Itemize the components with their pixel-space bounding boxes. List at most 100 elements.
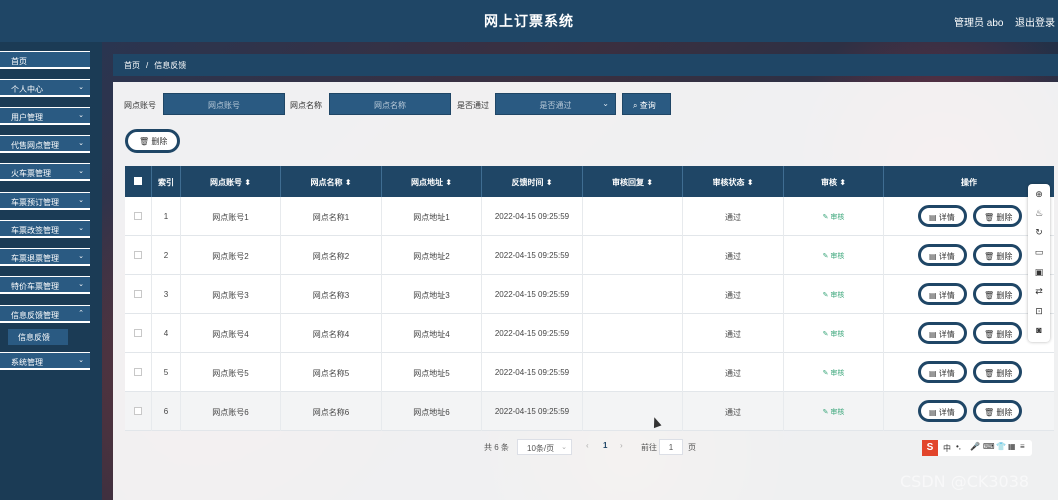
delete-button[interactable]: 🗑 删除 (973, 400, 1022, 422)
batch-delete-button[interactable]: 🗑 删除 (125, 129, 180, 153)
col-time[interactable]: 反馈时间 ⬍ (482, 166, 583, 197)
trash-icon: 🗑 (984, 291, 995, 300)
chevron-down-icon: ⌄ (78, 253, 84, 260)
pagination-total: 共 6 条 (484, 443, 509, 452)
sidebar-item-agents[interactable]: 代售网点管理 ⌄ (0, 135, 90, 153)
delete-button[interactable]: 🗑 删除 (973, 244, 1022, 266)
cell-status: 通过 (683, 236, 784, 275)
row-checkbox[interactable] (125, 392, 152, 431)
page-number-current[interactable]: 1 (603, 441, 607, 450)
detail-button-label: 详情 (938, 330, 955, 339)
detail-button[interactable]: ▤ 详情 (918, 244, 967, 266)
col-reply[interactable]: 审核回复 ⬍ (583, 166, 683, 197)
audit-link[interactable]: ✎ 审核 (784, 314, 884, 353)
cell-time: 2022-04-15 09:25:59 (482, 275, 583, 314)
row-checkbox[interactable] (125, 353, 152, 392)
next-page-button[interactable]: › (620, 441, 623, 450)
sidebar-item-label: 用户管理 (11, 113, 43, 122)
ime-toolbar[interactable]: S 中 •, 🎤 ⌨ 👕 ▦ ≡ (922, 440, 1032, 456)
grid-icon[interactable]: ▦ (1008, 442, 1016, 451)
audit-link[interactable]: ✎ 审核 (784, 197, 884, 236)
audit-link[interactable]: ✎ 审核 (784, 392, 884, 431)
col-status[interactable]: 审核状态 ⬍ (683, 166, 784, 197)
sidebar-item-label: 特价车票管理 (11, 282, 59, 291)
sidebar-item-trains[interactable]: 火车票管理 ⌄ (0, 163, 90, 181)
camera-icon[interactable]: ◙ (1033, 324, 1045, 336)
punctuation-icon[interactable]: •, (956, 442, 961, 451)
col-audit[interactable]: 审核 ⬍ (784, 166, 884, 197)
image-icon[interactable]: ▣ (1033, 266, 1045, 278)
more-icon[interactable]: ≡ (1020, 442, 1025, 451)
sort-icon: ⬍ (646, 178, 653, 187)
sidebar-item-feedback[interactable]: 信息反馈管理 ⌃ (0, 305, 90, 323)
prev-page-button[interactable]: ‹ (586, 441, 589, 450)
query-button[interactable]: ⌕ 查询 (622, 93, 671, 115)
fire-icon[interactable]: ♨ (1033, 207, 1045, 219)
passed-select-value: 是否通过 (539, 101, 572, 110)
sidebar-item-change[interactable]: 车票改签管理 ⌄ (0, 220, 90, 238)
goto-page-input[interactable]: 1 (659, 439, 683, 455)
sidebar-item-users[interactable]: 用户管理 ⌄ (0, 107, 90, 125)
detail-button[interactable]: ▤ 详情 (918, 322, 967, 344)
logout-link[interactable]: 退出登录 (1015, 14, 1055, 29)
col-name-label: 网点名称 (310, 178, 343, 187)
ime-logo-icon: S (922, 440, 938, 456)
col-address[interactable]: 网点地址 ⬍ (382, 166, 482, 197)
col-account-label: 网点账号 (210, 178, 243, 187)
detail-button[interactable]: ▤ 详情 (918, 400, 967, 422)
col-index: 索引 (152, 166, 181, 197)
ime-lang[interactable]: 中 (943, 443, 951, 454)
delete-button[interactable]: 🗑 删除 (973, 361, 1022, 383)
sidebar-item-home[interactable]: 首页 (0, 51, 90, 69)
sidebar-item-refund[interactable]: 车票退票管理 ⌄ (0, 248, 90, 266)
breadcrumb: 首页 / 信息反馈 (113, 54, 1058, 76)
row-checkbox[interactable] (125, 236, 152, 275)
col-name[interactable]: 网点名称 ⬍ (281, 166, 382, 197)
chevron-down-icon: ⌄ (78, 168, 84, 175)
col-account[interactable]: 网点账号 ⬍ (181, 166, 281, 197)
skin-icon[interactable]: 👕 (996, 442, 1006, 451)
audit-link[interactable]: ✎ 审核 (784, 275, 884, 314)
table-header: 索引 网点账号 ⬍ 网点名称 ⬍ 网点地址 ⬍ 反馈时间 ⬍ 审核回复 ⬍ 审核… (125, 166, 1054, 197)
chevron-down-icon: ⌄ (78, 225, 84, 232)
screenshot-icon[interactable]: ⊡ (1033, 305, 1045, 317)
chevron-up-icon: ⌃ (78, 310, 84, 317)
cell-name: 网点名称3 (281, 275, 382, 314)
row-checkbox[interactable] (125, 275, 152, 314)
breadcrumb-home[interactable]: 首页 (124, 61, 140, 70)
detail-button[interactable]: ▤ 详情 (918, 361, 967, 383)
detail-button[interactable]: ▤ 详情 (918, 205, 967, 227)
page-size-select[interactable]: 10条/页 ⌄ (517, 439, 572, 455)
row-checkbox[interactable] (125, 314, 152, 353)
name-input[interactable]: 网点名称 (329, 93, 451, 115)
sidebar-item-system[interactable]: 系统管理 ⌄ (0, 352, 90, 370)
chevron-down-icon: ⌄ (78, 140, 84, 147)
swap-icon[interactable]: ⇄ (1033, 285, 1045, 297)
cell-reply (583, 236, 683, 275)
sidebar-item-booking[interactable]: 车票预订管理 ⌄ (0, 192, 90, 210)
refresh-icon[interactable]: ↻ (1033, 226, 1045, 238)
audit-link[interactable]: ✎ 审核 (784, 353, 884, 392)
sidebar-item-label: 信息反馈管理 (11, 311, 59, 320)
search-icon[interactable]: ⊕ (1033, 188, 1045, 200)
video-icon[interactable]: ▭ (1033, 246, 1045, 258)
sidebar-item-profile[interactable]: 个人中心 ⌄ (0, 79, 90, 97)
row-checkbox[interactable] (125, 197, 152, 236)
audit-link[interactable]: ✎ 审核 (784, 236, 884, 275)
cell-time: 2022-04-15 09:25:59 (482, 353, 583, 392)
passed-select[interactable]: 是否通过 ⌄ (495, 93, 616, 115)
cell-status: 通过 (683, 197, 784, 236)
detail-button[interactable]: ▤ 详情 (918, 283, 967, 305)
table-row: 6 网点账号6 网点名称6 网点地址6 2022-04-15 09:25:59 通过 ✎ 审… (125, 392, 1054, 431)
account-input[interactable]: 网点账号 (163, 93, 285, 115)
sidebar-item-special[interactable]: 特价车票管理 ⌄ (0, 276, 90, 294)
table-row: 3 网点账号3 网点名称3 网点地址3 2022-04-15 09:25:59 通过 ✎ 审… (125, 275, 1054, 314)
delete-button[interactable]: 🗑 删除 (973, 322, 1022, 344)
delete-button[interactable]: 🗑 删除 (973, 205, 1022, 227)
col-address-label: 网点地址 (411, 178, 444, 187)
delete-button[interactable]: 🗑 删除 (973, 283, 1022, 305)
keyboard-icon[interactable]: ⌨ (983, 442, 995, 451)
sidebar-subitem-feedback[interactable]: 信息反馈 (8, 329, 68, 345)
microphone-icon[interactable]: 🎤 (970, 442, 980, 451)
select-all-checkbox[interactable] (125, 166, 152, 197)
